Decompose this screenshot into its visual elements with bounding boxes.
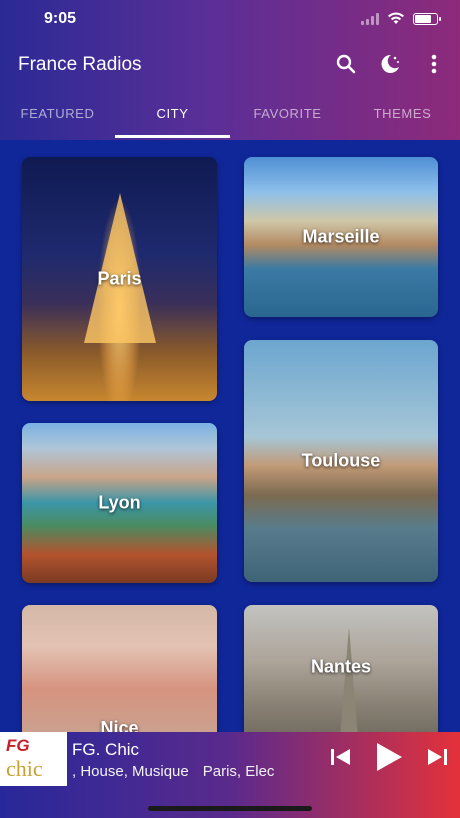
tab-featured[interactable]: FEATURED [0, 96, 115, 138]
battery-icon [413, 12, 441, 25]
city-label: Nantes [310, 656, 372, 677]
city-label: Lyon [98, 492, 141, 513]
home-indicator [148, 806, 312, 811]
tab-favorite[interactable]: FAVORITE [230, 96, 345, 138]
signal-icon [361, 12, 379, 25]
station-location: Paris, Elec [202, 763, 275, 780]
header-actions [334, 52, 446, 76]
status-indicators [361, 12, 441, 25]
skip-next-icon[interactable] [426, 748, 448, 771]
city-card-lyon[interactable]: Lyon [22, 423, 217, 583]
city-card-nantes[interactable]: Nantes [244, 605, 438, 745]
moon-stars-icon[interactable] [378, 52, 402, 76]
tab-themes[interactable]: THEMES [345, 96, 460, 138]
tab-bar: FEATURED CITY FAVORITE THEMES [0, 96, 460, 138]
station-logo-chic: chic [6, 756, 43, 781]
status-time: 9:05 [44, 10, 77, 27]
city-label: Toulouse [301, 450, 381, 471]
city-label: Marseille [302, 226, 380, 247]
search-icon[interactable] [334, 52, 358, 76]
play-icon[interactable] [374, 742, 404, 777]
station-logo-fg: FG [6, 736, 30, 755]
more-vertical-icon[interactable] [422, 52, 446, 76]
app-header: 9:05 France Radios FEATURED CITY FAVORIT… [0, 0, 460, 140]
player-controls [330, 742, 448, 777]
city-label: Paris [97, 268, 142, 289]
station-genres: , House, Musique [72, 763, 189, 780]
city-card-marseille[interactable]: Marseille [244, 157, 438, 317]
skip-previous-icon[interactable] [330, 748, 352, 771]
city-card-paris[interactable]: Paris [22, 157, 217, 401]
station-subtitle: , House, Musique Paris, Elec [72, 763, 304, 780]
wifi-icon [388, 12, 404, 24]
tab-city[interactable]: CITY [115, 96, 230, 138]
station-title: FG. Chic [72, 740, 140, 759]
city-card-nice[interactable]: Nice [22, 605, 217, 745]
cathedral-spire-image [340, 627, 358, 737]
app-title: France Radios [18, 54, 142, 75]
status-bar: 9:05 [0, 0, 460, 40]
station-logo: FG chic [0, 732, 67, 786]
city-card-toulouse[interactable]: Toulouse [244, 340, 438, 582]
